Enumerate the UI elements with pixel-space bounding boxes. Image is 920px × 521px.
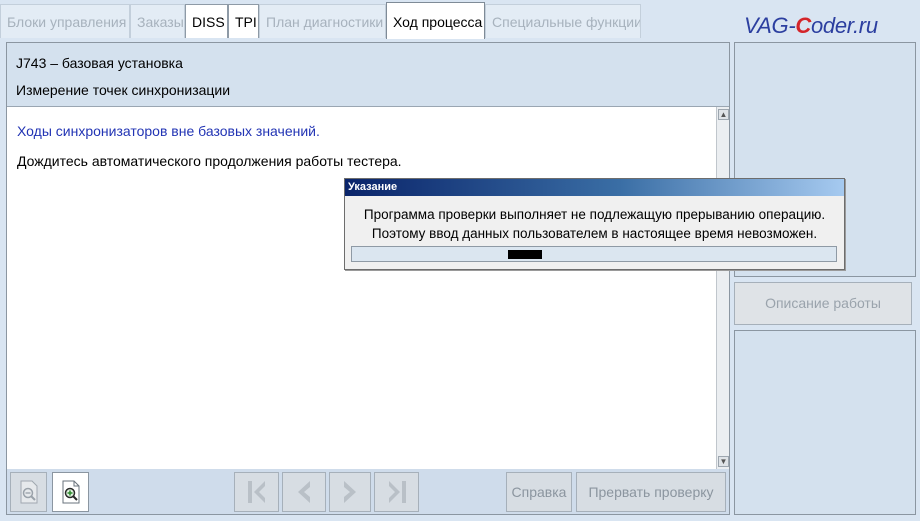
status-message: Ходы синхронизаторов вне базовых значени…: [17, 123, 320, 139]
work-description-button[interactable]: Описание работы: [734, 282, 912, 325]
abort-test-button[interactable]: Прервать проверку: [576, 472, 726, 512]
chevron-left-icon: [298, 481, 310, 503]
tab-process[interactable]: Ход процесса: [386, 2, 485, 39]
instruction-text: Дождитесь автоматического продолжения ра…: [17, 153, 402, 169]
skip-to-end-icon: [388, 481, 406, 503]
unit-title: J743 – базовая установка: [16, 55, 183, 71]
right-lower-panel: [734, 330, 916, 515]
message-area: Ходы синхронизаторов вне базовых значени…: [7, 107, 716, 469]
step-title: Измерение точек синхронизации: [16, 82, 231, 98]
last-step-button[interactable]: [374, 472, 419, 512]
tab-diss[interactable]: DISS: [185, 4, 228, 38]
zoom-out-button[interactable]: [10, 472, 47, 512]
procedure-header: J743 – базовая установка Измерение точек…: [7, 43, 729, 107]
scroll-down-icon[interactable]: ▼: [718, 456, 729, 467]
tab-control-units[interactable]: Блоки управления: [0, 4, 130, 38]
help-button[interactable]: Справка: [506, 472, 572, 512]
busy-indicator: [508, 250, 542, 259]
vag-coder-watermark: VAG-Coder.ru: [744, 13, 878, 38]
zoom-out-icon: [20, 480, 37, 504]
skip-to-start-icon: [247, 481, 265, 503]
tab-tpi[interactable]: TPI: [228, 4, 259, 38]
tab-bar: Блоки управления Заказы DISS TPI План ди…: [0, 0, 920, 40]
dialog-line-2: Поэтому ввод данных пользователем в наст…: [371, 226, 818, 241]
zoom-in-button[interactable]: [52, 472, 89, 512]
bottom-toolbar: Справка Прервать проверку: [7, 469, 729, 514]
tab-special-functions[interactable]: Специальные функции: [485, 4, 641, 38]
busy-progress-bar: [351, 246, 837, 262]
tab-orders[interactable]: Заказы: [130, 4, 185, 38]
dialog-line-1: Программа проверки выполняет не подлежащ…: [363, 207, 826, 222]
previous-step-button[interactable]: [282, 472, 326, 512]
scroll-up-icon[interactable]: ▲: [718, 109, 729, 120]
main-panel: J743 – базовая установка Измерение точек…: [6, 42, 730, 515]
next-step-button[interactable]: [329, 472, 371, 512]
zoom-in-icon: [62, 480, 79, 504]
notice-dialog: Указание Программа проверки выполняет не…: [344, 178, 845, 270]
dialog-title: Указание: [345, 179, 844, 196]
first-step-button[interactable]: [234, 472, 279, 512]
chevron-right-icon: [344, 481, 356, 503]
vertical-scrollbar[interactable]: ▲ ▼: [716, 107, 729, 469]
tab-diagnostic-plan[interactable]: План диагностики: [259, 4, 386, 38]
